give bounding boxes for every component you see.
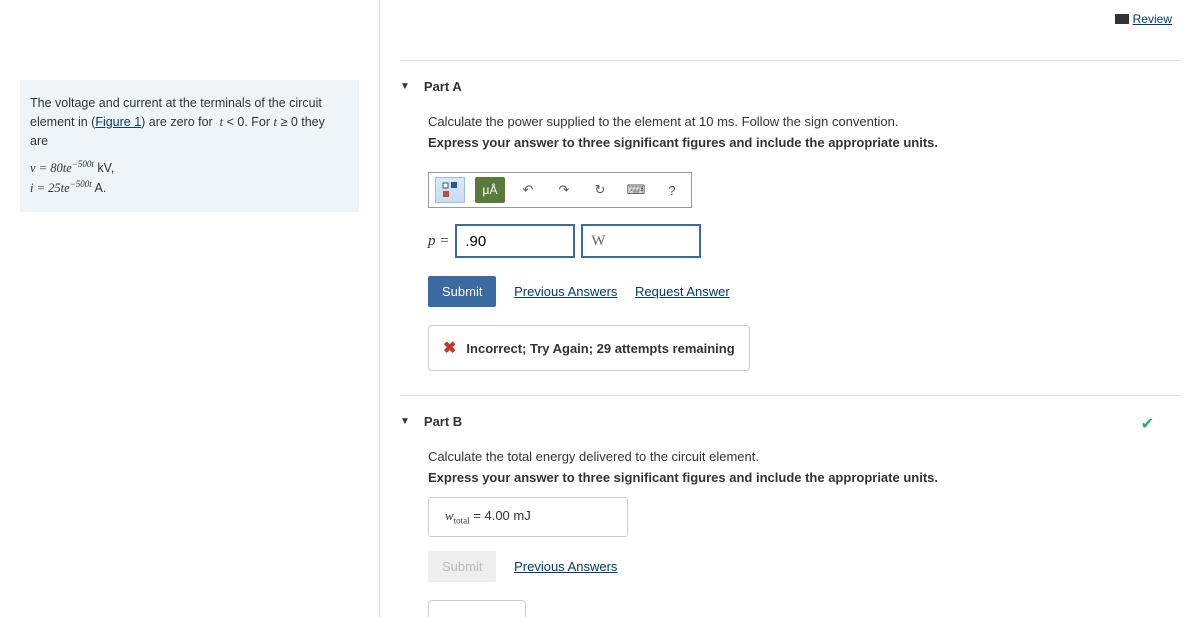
- problem-statement: The voltage and current at the terminals…: [20, 80, 359, 212]
- submit-button-disabled: Submit: [428, 551, 496, 582]
- equation-i: i = 25te−500t A.: [30, 178, 345, 198]
- part-b-section: ✔ ▼ Part B Calculate the total energy de…: [400, 395, 1180, 617]
- collapse-icon: ▼: [400, 81, 410, 92]
- redo-icon[interactable]: ↷: [551, 177, 577, 203]
- feedback-text: Incorrect; Try Again; 29 attempts remain…: [466, 341, 734, 356]
- keyboard-icon[interactable]: ⌨: [623, 177, 649, 203]
- previous-answers-link-b[interactable]: Previous Answers: [514, 559, 617, 574]
- undo-icon[interactable]: ↶: [515, 177, 541, 203]
- part-b-check-icon: ✔: [1141, 414, 1154, 434]
- right-panel: Review ▼ Part A Calculate the power supp…: [380, 0, 1200, 617]
- submit-button[interactable]: Submit: [428, 276, 496, 307]
- part-a-instr1: Calculate the power supplied to the elem…: [428, 114, 1180, 129]
- part-b-header[interactable]: ▼ Part B: [400, 414, 1180, 429]
- unit-input[interactable]: [581, 224, 701, 258]
- part-a-section: ▼ Part A Calculate the power supplied to…: [400, 60, 1180, 371]
- x-icon: ✖: [443, 338, 456, 358]
- reset-icon[interactable]: ↻: [587, 177, 613, 203]
- request-answer-link[interactable]: Request Answer: [635, 284, 730, 299]
- help-icon[interactable]: ?: [659, 177, 685, 203]
- feedback-incorrect: ✖ Incorrect; Try Again; 29 attempts rema…: [428, 325, 750, 371]
- answer-row: p =: [428, 224, 1180, 258]
- previous-answers-link[interactable]: Previous Answers: [514, 284, 617, 299]
- units-icon[interactable]: μÅ: [475, 177, 505, 203]
- check-icon: ✔: [443, 613, 455, 617]
- submit-row: Submit Previous Answers Request Answer: [428, 276, 1180, 307]
- part-a-header[interactable]: ▼ Part A: [400, 79, 1180, 94]
- collapse-icon: ▼: [400, 416, 410, 427]
- top-links: Review: [1115, 12, 1172, 26]
- part-b-answer-display: wtotal = 4.00 mJ: [428, 497, 628, 537]
- feedback-text-b: Correct: [465, 614, 511, 617]
- part-a-instr2: Express your answer to three significant…: [428, 135, 1180, 150]
- feedback-correct: ✔ Correct: [428, 600, 526, 617]
- figure-link[interactable]: Figure 1: [95, 115, 141, 129]
- part-b-instr1: Calculate the total energy delivered to …: [428, 449, 1180, 464]
- review-link[interactable]: Review: [1133, 12, 1172, 26]
- submit-row-b: Submit Previous Answers: [428, 551, 1180, 582]
- left-panel: The voltage and current at the terminals…: [0, 0, 380, 617]
- part-b-value-text: = 4.00 mJ: [470, 508, 531, 523]
- equation-v: v = 80te−500t kV,: [30, 158, 345, 178]
- variable-label: p =: [428, 233, 449, 250]
- flag-icon: [1115, 14, 1129, 24]
- templates-icon[interactable]: [435, 177, 465, 203]
- part-a-title: Part A: [424, 79, 462, 94]
- part-b-title: Part B: [424, 414, 462, 429]
- part-b-instr2: Express your answer to three significant…: [428, 470, 1180, 485]
- wtotal-symbol: wtotal: [445, 508, 470, 523]
- answer-toolbar: μÅ ↶ ↷ ↻ ⌨ ?: [428, 172, 692, 208]
- value-input[interactable]: [455, 224, 575, 258]
